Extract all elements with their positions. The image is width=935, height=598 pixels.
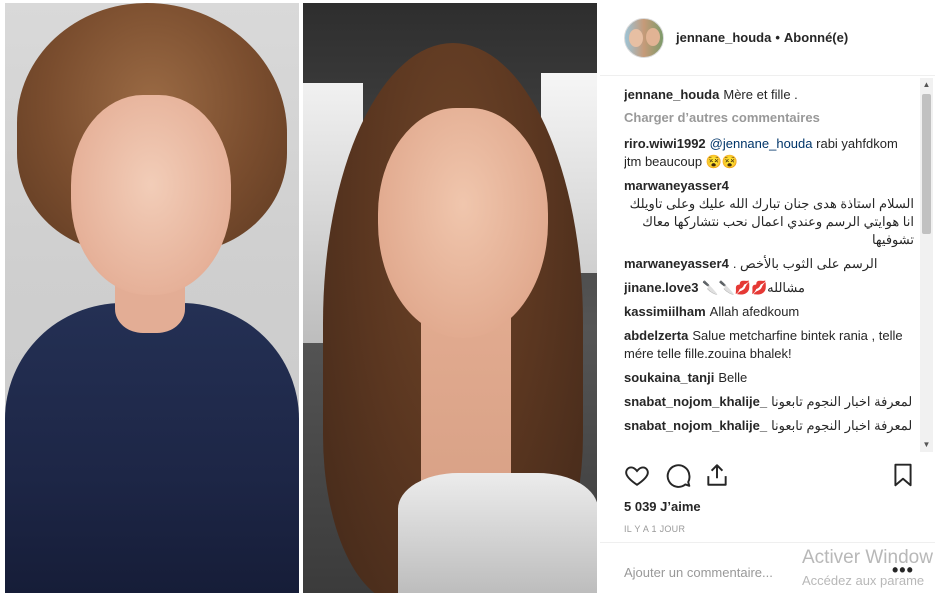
scroll-down-arrow-icon[interactable]: ▼ bbox=[920, 438, 933, 452]
bookmark-icon[interactable] bbox=[890, 462, 916, 488]
comment-item: jinane.love3 مشالله💋💋🔪🔪 bbox=[624, 279, 914, 297]
comment-item: riro.wiwi1992 @jennane_houda rabi yahfdko… bbox=[624, 135, 914, 171]
comments-list[interactable]: jennane_houda Mère et fille . Charger d’a… bbox=[624, 86, 914, 456]
speech-bubble-icon[interactable] bbox=[666, 462, 692, 488]
caption: jennane_houda Mère et fille . bbox=[624, 86, 914, 104]
caption-text: Mère et fille . bbox=[723, 87, 798, 102]
comment-username[interactable]: jinane.love3 bbox=[624, 280, 698, 295]
caption-username[interactable]: jennane_houda bbox=[624, 87, 719, 102]
comment-username[interactable]: kassimiilham bbox=[624, 304, 706, 319]
post-header: jennane_houda • Abonné(e) bbox=[600, 0, 935, 76]
comment-text: لمعرفة اخبار النجوم تابعونا bbox=[771, 418, 913, 433]
comment-text: لمعرفة اخبار النجوم تابعونا bbox=[771, 394, 913, 409]
comment-text: Allah afedkoum bbox=[709, 304, 800, 319]
instagram-post: jennane_houda • Abonné(e) jennane_houda M… bbox=[0, 0, 935, 598]
comment-mention[interactable]: @jennane_houda bbox=[710, 136, 813, 151]
photo-mother-sweater bbox=[5, 303, 299, 593]
comment-item: marwaneyasser4 السلام استاذة هدى جنان تب… bbox=[624, 177, 914, 249]
comment-text: السلام استاذة هدى جنان تبارك الله عليك و… bbox=[629, 196, 914, 247]
comment-username[interactable]: marwaneyasser4 bbox=[624, 178, 729, 193]
comment-item: abdelzerta Salue metcharfine bintek rania… bbox=[624, 327, 914, 363]
comment-username[interactable]: snabat_nojom_khalije_ bbox=[624, 394, 767, 409]
comment-text: Belle bbox=[718, 370, 748, 385]
heart-icon[interactable] bbox=[624, 462, 650, 488]
windows-activation-subtext: Accédez aux parame bbox=[802, 573, 925, 588]
comment-username[interactable]: marwaneyasser4 bbox=[624, 256, 729, 271]
photo-daughter-face bbox=[378, 108, 548, 338]
post-actions bbox=[624, 462, 914, 492]
comment-item: snabat_nojom_khalije_ لمعرفة اخبار النجوم… bbox=[624, 393, 914, 411]
comment-item: kassimiilham Allah afedkoum bbox=[624, 303, 914, 321]
photo-daughter bbox=[303, 3, 597, 593]
share-icon[interactable] bbox=[704, 462, 730, 488]
comment-text: الرسم على الثوب بالأخص . bbox=[732, 256, 878, 271]
photo-daughter-top bbox=[398, 473, 597, 593]
post-side-panel: jennane_houda • Abonné(e) jennane_houda M… bbox=[600, 0, 935, 598]
add-comment-input[interactable]: Ajouter un commentaire... bbox=[624, 565, 773, 580]
avatar-face-left bbox=[629, 28, 643, 47]
header-username[interactable]: jennane_houda bbox=[676, 30, 771, 45]
post-timestamp[interactable]: IL Y A 1 JOUR bbox=[624, 524, 685, 534]
comment-username[interactable]: riro.wiwi1992 bbox=[624, 136, 706, 151]
windows-activation-watermark: Activer Window bbox=[802, 547, 933, 568]
comment-username[interactable]: abdelzerta bbox=[624, 328, 688, 343]
avatar-face-right bbox=[646, 27, 660, 46]
scroll-up-arrow-icon[interactable]: ▲ bbox=[920, 78, 933, 92]
comment-item: marwaneyasser4 الرسم على الثوب بالأخص . bbox=[624, 255, 914, 273]
load-more-comments-button[interactable]: Charger d’autres commentaires bbox=[624, 110, 914, 125]
comment-item: snabat_nojom_khalije_ لمعرفة اخبار النجوم… bbox=[624, 417, 914, 435]
avatar[interactable] bbox=[624, 17, 664, 58]
header-separator: • bbox=[775, 30, 780, 45]
post-media[interactable] bbox=[0, 0, 600, 598]
comments-scrollbar[interactable]: ▲ ▼ bbox=[920, 78, 933, 452]
photo-mother-face bbox=[71, 95, 231, 295]
comment-text: مشالله💋💋🔪🔪 bbox=[702, 280, 805, 295]
comment-item: soukaina_tanji Belle bbox=[624, 369, 914, 387]
follow-status-button[interactable]: Abonné(e) bbox=[784, 30, 848, 45]
photo-mother bbox=[5, 3, 299, 593]
comment-username[interactable]: soukaina_tanji bbox=[624, 370, 714, 385]
likes-count[interactable]: 5 039 J’aime bbox=[624, 499, 701, 514]
comment-username[interactable]: snabat_nojom_khalije_ bbox=[624, 418, 767, 433]
scrollbar-thumb[interactable] bbox=[922, 94, 931, 234]
